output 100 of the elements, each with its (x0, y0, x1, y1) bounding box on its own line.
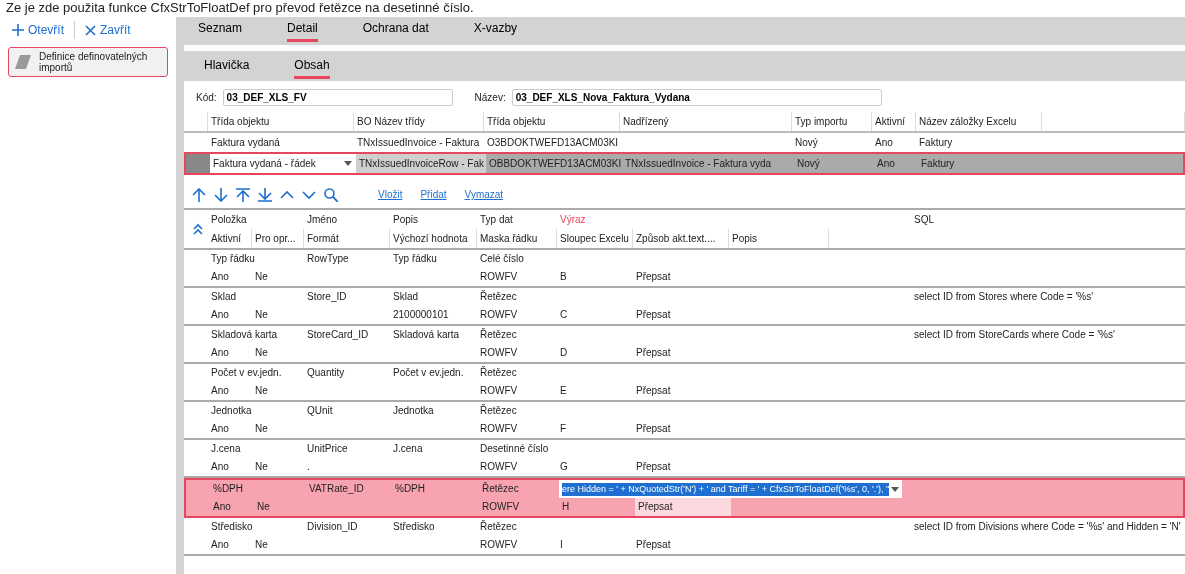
field-label: Kód: (196, 91, 217, 105)
table-cell-text: Skladová karta (210, 328, 279, 342)
text-field[interactable]: 03_DEF_XLS_Nova_Faktura_Vydana (511, 89, 882, 106)
table-cell-text: Řetězec (479, 289, 518, 304)
table-row[interactable]: Počet v ev.jedn. Quantity Počet v ev.jedn. Řetězec Ano Ne ROWFV E Přepsat (184, 364, 1185, 402)
column-header: Aktivní (208, 229, 252, 248)
table-cell-text: Řetězec (479, 519, 518, 534)
arrow-down-icon[interactable] (214, 187, 228, 202)
column-header: Popis (729, 229, 829, 248)
table-cell-text: Ano (212, 500, 232, 514)
table-cell-text: Přepsat (635, 346, 672, 360)
caret-icon (891, 486, 900, 492)
table-cell-text: Středisko (392, 520, 436, 534)
table-cell-text: ROWFV (479, 422, 519, 436)
table-cell-text: ROWFV (479, 384, 519, 398)
close-button[interactable]: Zavřít (81, 19, 135, 41)
column-header: Název záložky Excelu (916, 112, 1042, 131)
toolbar-link[interactable]: Vymazat (464, 187, 504, 202)
subtab[interactable]: Hlavička (204, 53, 250, 79)
table-cell-text: Store_ID (306, 290, 348, 304)
tab[interactable]: X-vazby (473, 17, 518, 42)
table-cell-text: Ano (210, 270, 230, 284)
table-cell-text: Nový (796, 157, 821, 171)
table-cell-text: ROWFV (481, 500, 521, 514)
toolbar-link[interactable]: Vložit (378, 187, 403, 202)
field-label: Název: (474, 91, 506, 105)
table-row[interactable]: Středisko Division_ID Středisko Řetězec select ID from Divisions where Code = '%s' and Hidden = 'N' Ano Ne ROWFV I Přepsat (184, 518, 1185, 556)
table-cell-text: %DPH (212, 482, 244, 496)
table-cell-text: Řetězec (479, 365, 518, 380)
table-cell-text: Ne (254, 270, 269, 284)
table-cell-text: ROWFV (479, 270, 519, 284)
table-cell-text: Skladová karta (392, 328, 461, 342)
table-cell-text: Ano (210, 538, 230, 552)
selected-sidebar-item[interactable]: Definice definovatelných importů (8, 47, 168, 77)
table-cell-text: Přepsat (635, 384, 672, 398)
column-header: Aktivní (872, 112, 916, 131)
column-header: Třída objektu (484, 112, 620, 131)
table-cell-text: Faktury (918, 136, 954, 150)
table-cell-text: Nový (794, 136, 819, 150)
table-cell-text: Přepsat (635, 422, 672, 436)
table-cell-text: F (559, 422, 568, 436)
table-cell-text: Sklad (392, 290, 419, 304)
arrow-up-icon[interactable] (192, 187, 206, 202)
table-row[interactable]: Faktura vydaná TNxIssuedInvoice - Faktura O3BDOKTWEFD13ACM03KI Nový Ano Faktury (184, 133, 1185, 152)
table-cell-text: Faktura vydaná (210, 136, 281, 150)
text-field[interactable]: 03_DEF_XLS_FV (222, 89, 453, 106)
table-cell-text: Počet v ev.jedn. (210, 366, 283, 380)
table-cell-text: 2100000101 (392, 308, 450, 322)
table-cell-text: RowType (306, 252, 350, 266)
table-cell-text: Ano (874, 136, 894, 150)
column-header: Maska řádku (477, 229, 557, 248)
table-cell-text: ROWFV (479, 460, 519, 474)
table-cell-text: ROWFV (479, 538, 519, 552)
table-cell-text: select ID from Stores where Code = '%s' (913, 290, 1095, 304)
table-cell-text: C (559, 308, 569, 322)
column-header: Pro opr... (252, 229, 304, 248)
column-header: SQL (913, 213, 935, 227)
table-cell-text: Přepsat (635, 308, 672, 322)
toolbar-link[interactable]: Přidat (420, 187, 447, 202)
combo-box[interactable]: Faktura vydaná - řádek (210, 154, 356, 173)
column-header: Jméno (306, 213, 338, 227)
table-cell-text: select ID from Divisions where Code = '%s' and Hidden = 'N' (913, 520, 1182, 534)
table-cell-text: %DPH (394, 482, 426, 496)
table-cell-text: J.cena (210, 442, 242, 456)
selected-table-row[interactable]: Faktura vydaná - řádek TNxIssuedInvoiceRow - Fak OBBDOKTWEFD13ACM03KI TNxIssuedInvoice - Faktura vyda Nový Ano Faktury (184, 152, 1185, 175)
table-cell-text: Počet v ev.jedn. (392, 366, 465, 380)
collapse-icon (192, 223, 203, 235)
table-cell-text: Ano (210, 384, 230, 398)
column-header: Položka (210, 213, 248, 227)
table-cell-text: QUnit (306, 404, 334, 418)
table-row[interactable]: Skladová karta StoreCard_ID Skladová karta Řetězec select ID from StoreCards where Code = '%s' Ano Ne ROWFV D Přepsat (184, 326, 1185, 364)
table-cell-text: StoreCard_ID (306, 328, 370, 342)
table-cell-text: G (559, 460, 569, 474)
table-row[interactable]: Jednotka QUnit Jednotka Řetězec Ano Ne ROWFV F Přepsat (184, 402, 1185, 440)
column-header: Typ dat (479, 213, 514, 227)
table-cell-text: Řetězec (479, 403, 518, 418)
table-cell-text: Desetinné číslo (479, 442, 550, 456)
subtab[interactable]: Obsah (294, 53, 330, 79)
table-cell-text: D (559, 346, 569, 360)
table-cell-text: Ano (210, 308, 230, 322)
table-cell-text: select ID from StoreCards where Code = '%s' (913, 328, 1116, 342)
caret-icon (344, 161, 352, 166)
open-button[interactable]: Otevřít (8, 19, 68, 41)
move-top-icon[interactable] (236, 187, 250, 202)
move-bottom-icon[interactable] (258, 187, 272, 202)
tab[interactable]: Ochrana dat (362, 17, 429, 42)
expression-field[interactable]: ere Hidden = ' + NxQuotedStr('N') + ' and Tariff = ' + CfxStrToFloatDef('%s', 0, '.'), '' (559, 480, 903, 498)
search-icon[interactable] (324, 187, 338, 202)
column-header: Sloupec Excelu (557, 229, 633, 248)
table-cell-text: ROWFV (479, 346, 519, 360)
table-cell-text: Ne (254, 308, 269, 322)
tab[interactable]: Detail (287, 17, 318, 42)
table-cell-text: Ne (254, 346, 269, 360)
table-cell-text: Jednotka (210, 404, 253, 418)
table-cell-text: B (559, 270, 568, 284)
table-cell-text: Přepsat (635, 538, 672, 552)
table-cell-text: I (559, 538, 564, 552)
table-cell-text: Faktury (920, 157, 956, 171)
tab[interactable]: Seznam (198, 17, 243, 42)
table-cell-text: Středisko (210, 520, 254, 534)
